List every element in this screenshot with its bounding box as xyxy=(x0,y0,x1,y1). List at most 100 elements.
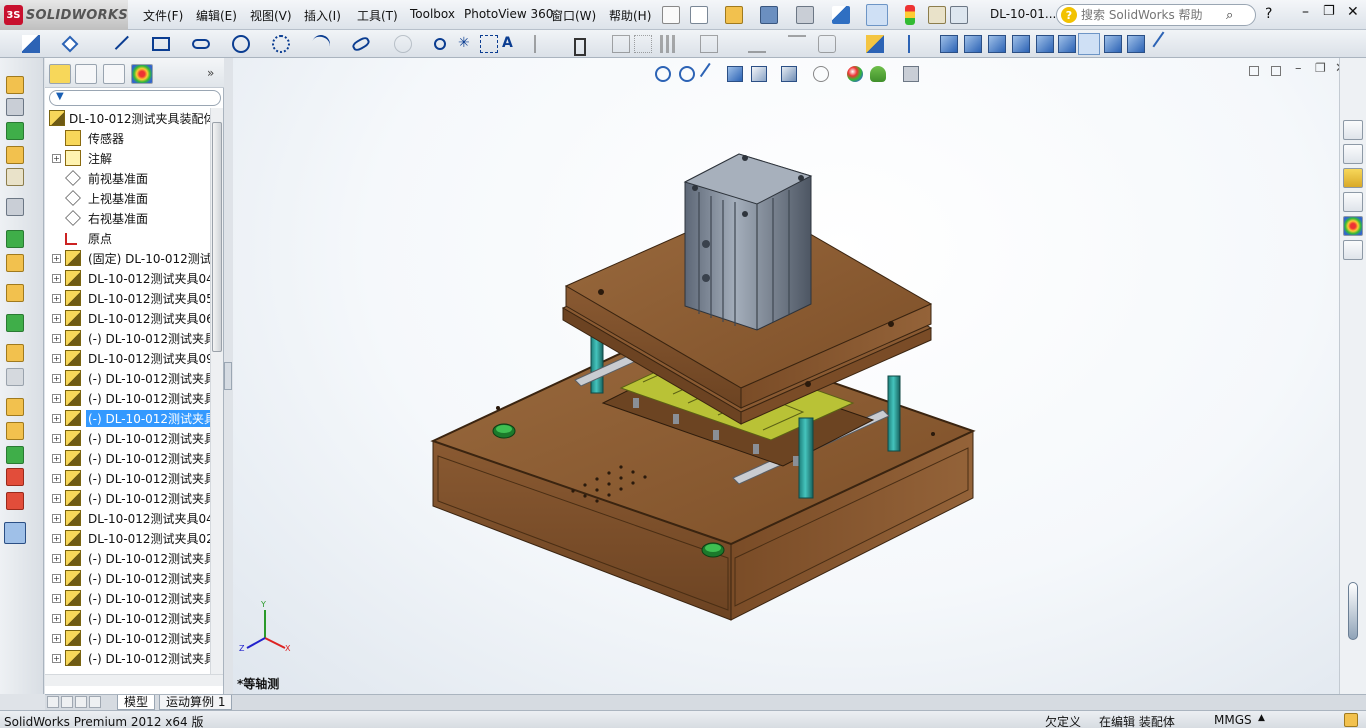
expand-icon[interactable]: + xyxy=(52,593,61,603)
print-icon[interactable] xyxy=(796,6,814,24)
menu-file[interactable]: 文件(F) xyxy=(143,7,183,24)
expand-icon[interactable]: + xyxy=(52,333,61,343)
circle-icon[interactable] xyxy=(232,35,250,53)
tree-vertical-scrollbar[interactable] xyxy=(210,108,223,674)
expand-icon[interactable]: + xyxy=(52,633,61,643)
sketch-icon[interactable] xyxy=(22,35,40,53)
tree-item[interactable]: + (-) DL-10-012测试夹具 xyxy=(45,648,210,668)
expand-icon[interactable]: + xyxy=(52,293,61,303)
exploded-view-icon[interactable] xyxy=(6,344,24,362)
large-assembly-mode-icon[interactable] xyxy=(6,492,24,510)
tree-item[interactable]: + DL-10-012测试夹具04 xyxy=(45,268,210,288)
tree-item[interactable]: + (-) DL-10-012测试夹具 xyxy=(45,448,210,468)
explode-line-sketch-icon[interactable] xyxy=(6,368,24,386)
rapid-sketch-icon[interactable] xyxy=(866,35,884,53)
tree-root[interactable]: DL-10-012测试夹具装配体 xyxy=(45,108,210,128)
fillet-icon[interactable] xyxy=(394,35,412,53)
expand-icon[interactable]: + xyxy=(52,433,61,443)
mate-icon[interactable] xyxy=(6,98,24,116)
display-relations-icon[interactable] xyxy=(700,35,718,53)
expand-icon[interactable]: + xyxy=(52,533,61,543)
repair-sketch-icon[interactable] xyxy=(748,35,766,53)
panel-collapse-handle[interactable] xyxy=(224,362,232,390)
tree-item[interactable]: + (-) DL-10-012测试夹具 xyxy=(45,548,210,568)
tree-item[interactable]: + DL-10-012测试夹具04 xyxy=(45,508,210,528)
linear-pattern-icon[interactable] xyxy=(660,35,678,53)
tree-item[interactable]: + (-) DL-10-012测试夹具 xyxy=(45,468,210,488)
menu-window[interactable]: 窗口(W) xyxy=(551,7,596,24)
interference-detection-icon[interactable] xyxy=(6,398,24,416)
tree-item[interactable]: + (-) DL-10-012测试夹具 xyxy=(45,408,210,428)
options-icon[interactable] xyxy=(950,6,968,24)
search-input[interactable] xyxy=(1081,8,1226,22)
expand-icon[interactable]: + xyxy=(52,253,61,263)
view-trimetric-icon[interactable] xyxy=(1104,35,1122,53)
ellipse-icon[interactable] xyxy=(350,35,372,53)
app-logo[interactable]: 3S SOLIDWORKS xyxy=(0,0,128,30)
tree-item[interactable]: + DL-10-012测试夹具05 xyxy=(45,288,210,308)
help-icon[interactable]: ? xyxy=(1265,6,1272,22)
appearances-scenes-icon[interactable] xyxy=(1343,216,1363,236)
tab-motion-study[interactable]: 运动算例 1 xyxy=(159,695,233,710)
configuration-manager-tab-icon[interactable] xyxy=(103,64,125,84)
expand-icon[interactable]: + xyxy=(52,513,61,523)
tree-item[interactable]: + (-) DL-10-012测试夹具 xyxy=(45,428,210,448)
tree-item[interactable]: + (-) DL-10-012测试夹具 xyxy=(45,588,210,608)
units-selector[interactable]: MMGS xyxy=(1214,713,1252,727)
shaded-sketch-icon[interactable] xyxy=(818,35,836,53)
expand-icon[interactable]: + xyxy=(52,553,61,563)
solidworks-resources-icon[interactable] xyxy=(1343,120,1363,140)
expand-icon[interactable]: + xyxy=(52,353,61,363)
graphics-area[interactable]: – ❐ ✕ xyxy=(233,58,1339,694)
reference-geometry-icon[interactable] xyxy=(6,254,24,272)
tree-item[interactable]: + (-) DL-10-012测试夹具 xyxy=(45,388,210,408)
menu-tools[interactable]: 工具(T) xyxy=(357,7,398,24)
expand-icon[interactable]: + xyxy=(52,653,61,663)
pin-icon[interactable] xyxy=(662,6,680,24)
rebuild-traffic-light-icon[interactable] xyxy=(905,5,915,25)
design-library-icon[interactable] xyxy=(1343,144,1363,164)
tree-item[interactable]: 传感器 xyxy=(45,128,210,148)
file-explorer-icon[interactable] xyxy=(1343,168,1363,188)
view-bottom-icon[interactable] xyxy=(1058,35,1076,53)
property-manager-tab-icon[interactable] xyxy=(75,64,97,84)
new-motion-study-icon[interactable] xyxy=(6,284,24,302)
expand-icon[interactable]: + xyxy=(52,453,61,463)
tab-model[interactable]: 模型 xyxy=(117,695,156,710)
mirror-icon[interactable] xyxy=(612,35,630,53)
hole-alignment-icon[interactable] xyxy=(6,446,24,464)
help-search[interactable]: ? ⌕ xyxy=(1056,4,1256,26)
assembly-model[interactable] xyxy=(233,58,1339,694)
tree-item[interactable]: + (-) DL-10-012测试夹具 xyxy=(45,608,210,628)
slot-icon[interactable] xyxy=(192,39,210,49)
tree-filter[interactable]: ▼ xyxy=(49,90,221,106)
offset-entities-icon[interactable] xyxy=(574,38,586,56)
tree-horizontal-scrollbar[interactable] xyxy=(45,674,223,686)
restore-icon[interactable]: ❐ xyxy=(1323,4,1335,19)
tab-next-icon[interactable] xyxy=(75,696,87,708)
bill-of-materials-icon[interactable] xyxy=(6,314,24,332)
menu-photoview[interactable]: PhotoView 360 xyxy=(464,7,553,21)
expand-icon[interactable]: + xyxy=(52,153,61,163)
clearance-verification-icon[interactable] xyxy=(6,422,24,440)
status-tooltip-icon[interactable] xyxy=(1344,713,1358,727)
view-selector-icon[interactable] xyxy=(1152,31,1178,57)
spline-icon[interactable] xyxy=(309,32,333,56)
menu-view[interactable]: 视图(V) xyxy=(250,7,292,24)
tree-item[interactable]: + (-) DL-10-012测试夹具 xyxy=(45,628,210,648)
insert-component-icon[interactable] xyxy=(6,76,24,94)
tab-first-icon[interactable] xyxy=(47,696,59,708)
display-manager-tab-icon[interactable] xyxy=(131,64,153,84)
quick-snaps-icon[interactable] xyxy=(788,35,806,53)
open-folder-icon[interactable] xyxy=(725,6,743,24)
tree-item[interactable]: 原点 xyxy=(45,228,210,248)
smart-dimension-icon[interactable] xyxy=(61,35,79,53)
save-icon[interactable] xyxy=(760,6,778,24)
view-top-icon[interactable] xyxy=(1036,35,1054,53)
arc-icon[interactable] xyxy=(272,35,290,53)
feature-manager-tab-icon[interactable] xyxy=(49,64,71,84)
rectangle-icon[interactable] xyxy=(152,37,170,51)
assembly-features-icon[interactable] xyxy=(6,230,24,248)
view-right-icon[interactable] xyxy=(1012,35,1030,53)
expand-icon[interactable]: + xyxy=(52,373,61,383)
